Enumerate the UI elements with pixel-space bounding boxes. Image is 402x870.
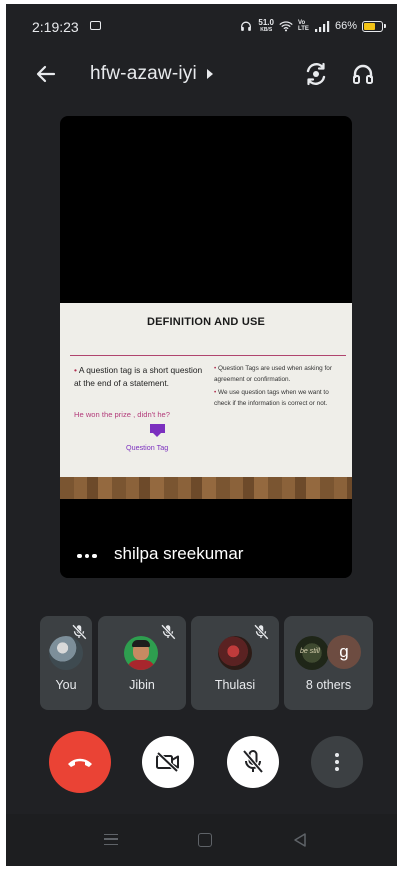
- participant-name: 8 others: [305, 678, 352, 692]
- mic-off-icon: [72, 624, 87, 640]
- signal-icon: [314, 20, 330, 32]
- slide-title: DEFINITION AND USE: [146, 316, 266, 328]
- headphones-icon[interactable]: [351, 62, 375, 86]
- slide-tag-label: Question Tag: [126, 443, 169, 452]
- presenter-name: shilpa sreekumar: [114, 544, 244, 563]
- status-right-group: 51.0 KB/S Vo LTE 66%: [239, 18, 386, 34]
- slide-right-bullet: • We use question tags when we want to c…: [214, 388, 344, 409]
- slide-left-column: • A question tag is a short question at …: [74, 364, 204, 389]
- participant-tile-you[interactable]: You: [40, 616, 92, 710]
- camera-toggle-button[interactable]: [142, 736, 194, 788]
- participant-tile-jibin[interactable]: Jibin: [98, 616, 186, 710]
- mic-off-icon: [242, 749, 264, 774]
- call-header: hfw-azaw-iyi: [6, 52, 397, 96]
- meeting-code-button[interactable]: hfw-azaw-iyi: [90, 63, 213, 85]
- slide-bullet: •: [214, 365, 217, 372]
- call-controls: [6, 731, 397, 794]
- volte-label: Vo LTE: [297, 20, 309, 32]
- participant-name: Jibin: [129, 678, 155, 692]
- participant-name: You: [55, 678, 77, 692]
- avatar-text: be still: [300, 648, 320, 655]
- wooden-floor: [60, 477, 352, 499]
- network-speed: 51.0 KB/S: [258, 18, 274, 34]
- home-icon[interactable]: [198, 833, 212, 847]
- mic-off-icon: [161, 624, 176, 640]
- nav-back-icon[interactable]: [292, 832, 308, 848]
- participant-name: Thulasi: [214, 678, 256, 692]
- shared-slide: DEFINITION AND USE • A question tag is a…: [60, 303, 352, 499]
- battery-percent: 66%: [334, 20, 357, 32]
- slide-bullet: •: [214, 389, 217, 396]
- avatar: [49, 636, 83, 670]
- slide-right-column: • Question Tags are used when asking for…: [214, 364, 344, 412]
- meet-call-screen: 2:19:23 51.0 KB/S Vo LTE 66% hfw-azaw-iy…: [6, 4, 397, 866]
- slide-right-text: Question Tags are used when asking for a…: [214, 365, 332, 383]
- mic-off-icon: [254, 624, 269, 640]
- speed-value: 51.0: [258, 18, 274, 27]
- end-call-button[interactable]: [49, 731, 111, 793]
- pointer-arrow-icon: [150, 424, 165, 433]
- meeting-code: hfw-azaw-iyi: [90, 63, 197, 84]
- end-call-icon: [68, 758, 92, 767]
- battery-icon: [362, 20, 386, 32]
- camera-off-icon: [156, 751, 179, 773]
- stage-footer: shilpa sreekumar: [60, 526, 352, 578]
- avatar-initial: g: [327, 635, 361, 669]
- headset-status-icon: [241, 21, 252, 31]
- system-nav-bar: [6, 814, 397, 866]
- switch-camera-icon[interactable]: [303, 61, 329, 87]
- chevron-right-icon: [206, 69, 213, 79]
- speed-unit: KB/S: [260, 27, 273, 33]
- more-options-icon[interactable]: [77, 553, 97, 558]
- slide-bullet: •: [74, 365, 77, 375]
- screen-record-icon: [90, 21, 101, 30]
- avatar: [218, 636, 252, 670]
- more-vert-icon: [335, 753, 339, 771]
- participant-strip: You Jibin Thulasi be still g 8 others: [40, 616, 374, 710]
- wifi-icon: [279, 21, 293, 32]
- slide-example: He won the prize , didn't he?: [74, 410, 171, 419]
- status-bar: 2:19:23 51.0 KB/S Vo LTE 66%: [6, 4, 397, 44]
- back-arrow-icon[interactable]: [34, 62, 58, 86]
- recents-icon[interactable]: [104, 834, 118, 845]
- slide-right-text: We use question tags when we want to che…: [214, 389, 329, 407]
- slide-definition: A question tag is a short question at th…: [74, 365, 203, 388]
- slide-right-bullet: • Question Tags are used when asking for…: [214, 364, 344, 385]
- more-options-button[interactable]: [311, 736, 363, 788]
- participant-tile-thulasi[interactable]: Thulasi: [191, 616, 279, 710]
- participant-tile-others[interactable]: be still g 8 others: [284, 616, 373, 710]
- presentation-stage[interactable]: DEFINITION AND USE • A question tag is a…: [60, 116, 352, 578]
- mic-toggle-button[interactable]: [227, 736, 279, 788]
- avatar: be still: [295, 636, 329, 670]
- avatar: [124, 636, 158, 670]
- slide-divider: [70, 355, 346, 356]
- status-time: 2:19:23: [32, 19, 79, 35]
- pointer-arrow-tip: [153, 433, 161, 437]
